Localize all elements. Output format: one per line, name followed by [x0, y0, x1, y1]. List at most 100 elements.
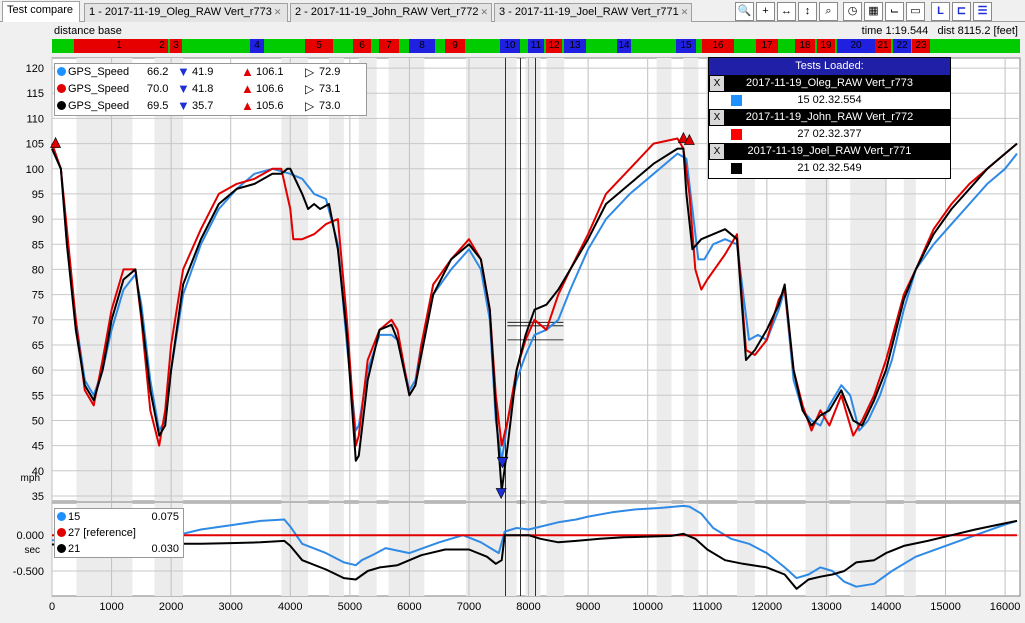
segment-label: 15 — [680, 40, 692, 51]
zoom-2d-icon[interactable]: 🔍 — [735, 2, 754, 21]
tab-test-3[interactable]: 3 - 2017-11-19_Joel_RAW Vert_r771 ✕ — [494, 3, 692, 22]
color-swatch[interactable] — [731, 129, 742, 140]
segment-label: 6 — [359, 40, 365, 51]
shaded-sector — [683, 503, 699, 596]
segment-15[interactable]: 15 — [676, 39, 696, 53]
y-tick-label: 60 — [32, 365, 44, 377]
y-tick-label: 105 — [26, 139, 44, 151]
segment-4[interactable]: 4 — [250, 39, 264, 53]
avg-value: 73.0 — [319, 100, 341, 112]
clock-icon[interactable]: ◷ — [843, 2, 862, 21]
y-tick-label: -0.500 — [13, 566, 44, 578]
max-value: 106.6 — [256, 83, 284, 95]
remove-test-button[interactable]: X — [710, 76, 724, 91]
shaded-sector — [358, 503, 377, 596]
x-tick-label: 14000 — [871, 601, 902, 613]
segment-14[interactable]: 14 — [617, 39, 631, 53]
avg-value: 73.1 — [319, 83, 341, 95]
shoe-icon[interactable]: ⌙ — [885, 2, 904, 21]
remove-test-button[interactable]: X — [710, 110, 724, 125]
tests-loaded-panel: Tests Loaded: X 2017-11-19_Oleg_RAW Vert_… — [708, 57, 951, 179]
zoom-y-icon[interactable]: ↕ — [798, 2, 817, 21]
segment-19[interactable]: 19 — [817, 39, 835, 53]
segment-6[interactable]: 6 — [353, 39, 371, 53]
min-value: 41.9 — [192, 66, 214, 78]
base-label: distance base — [54, 25, 122, 37]
overlay-icon[interactable]: ⊏ — [952, 2, 971, 21]
segment-12[interactable]: 12 — [546, 39, 562, 53]
color-swatch[interactable] — [731, 163, 742, 174]
segment-label: 17 — [761, 40, 773, 51]
tab-test-2[interactable]: 2 - 2017-11-19_John_RAW Vert_r772 ✕ — [290, 3, 492, 22]
segment-22[interactable]: 22 — [893, 39, 911, 53]
y-axis-label: mph — [21, 473, 40, 484]
segment-label: 3 — [173, 40, 179, 51]
x-tick-label: 5000 — [338, 601, 362, 613]
legend-row-black: GPS_Speed 69.5 ▼ 35.7 ▲ 105.6 ▷ 73.0 — [55, 98, 366, 115]
segment-label: 11 — [530, 40, 542, 51]
segment-20[interactable]: 20 — [837, 39, 875, 53]
list-icon[interactable]: ☰ — [973, 2, 992, 21]
x-tick-label: 8000 — [516, 601, 540, 613]
min-value: 41.8 — [192, 83, 214, 95]
y-tick-label: 95 — [32, 189, 44, 201]
segment-10[interactable]: 10 — [500, 39, 520, 53]
x-tick-label: 12000 — [752, 601, 783, 613]
y-tick-label: 70 — [32, 315, 44, 327]
y-tick-label: 80 — [32, 264, 44, 276]
segment-7[interactable]: 7 — [379, 39, 399, 53]
segment-2[interactable]: 2 — [156, 39, 168, 53]
dist-readout: dist 8115.2 [feet] — [937, 25, 1018, 37]
segment-18[interactable]: 18 — [795, 39, 815, 53]
segment-label: 8 — [419, 40, 425, 51]
current-value: 69.5 — [147, 100, 169, 112]
tab-test-compare[interactable]: Test compare — [2, 1, 80, 22]
shaded-sector — [525, 503, 541, 596]
blue-dot-icon — [57, 67, 66, 76]
shaded-sector — [525, 58, 541, 501]
grid-icon[interactable]: ▦ — [864, 2, 883, 21]
segment-label: 12 — [548, 40, 560, 51]
segment-label: 14 — [618, 40, 630, 51]
segment-5[interactable]: 5 — [305, 39, 333, 53]
segment-23[interactable]: 23 — [912, 39, 930, 53]
lap-icon[interactable]: ▭ — [906, 2, 925, 21]
test-lap: 15 02.32.554 — [797, 94, 862, 106]
test-name: 2017-11-19_Joel_RAW Vert_r771 — [747, 145, 912, 157]
time-readout: time 1:19.544 — [861, 25, 929, 37]
avg-triangle-icon: ▷ — [305, 65, 315, 79]
delta-legend: 15 0.075 27 [reference] 21 0.030 — [54, 508, 184, 558]
close-icon[interactable]: ✕ — [681, 7, 689, 17]
shaded-sector — [850, 503, 886, 596]
segment-label: 23 — [915, 40, 927, 51]
y-tick-label: 110 — [26, 113, 44, 125]
segment-8[interactable]: 8 — [409, 39, 435, 53]
tests-loaded-title: Tests Loaded: — [709, 58, 950, 75]
close-icon[interactable]: ✕ — [274, 7, 282, 17]
segment-3[interactable]: 3 — [170, 39, 182, 53]
segment-13[interactable]: 13 — [564, 39, 586, 53]
y-tick-label: 55 — [32, 390, 44, 402]
l-axis-icon[interactable]: L — [931, 2, 950, 21]
close-icon[interactable]: ✕ — [480, 7, 488, 17]
segment-9[interactable]: 9 — [445, 39, 465, 53]
color-swatch[interactable] — [731, 95, 742, 106]
avg-value: 72.9 — [319, 66, 341, 78]
y-tick-label: 120 — [26, 63, 44, 75]
segment-label: 21 — [877, 40, 889, 51]
segment-16[interactable]: 16 — [702, 39, 734, 53]
x-tick-label: 13000 — [811, 601, 842, 613]
min-triangle-icon: ▼ — [177, 81, 190, 96]
segment-21[interactable]: 21 — [875, 39, 891, 53]
zoom-x-icon[interactable]: ↔ — [777, 2, 796, 21]
delta-row-red: 27 [reference] — [55, 525, 183, 541]
segment-11[interactable]: 11 — [528, 39, 544, 53]
remove-test-button[interactable]: X — [710, 144, 724, 159]
segment-1[interactable]: 1 — [74, 39, 164, 53]
zoom-in-icon[interactable]: + — [756, 2, 775, 21]
tab-test-1[interactable]: 1 - 2017-11-19_Oleg_RAW Vert_r773 ✕ — [84, 3, 288, 22]
tab-label: 1 - 2017-11-19_Oleg_RAW Vert_r773 — [89, 6, 272, 18]
zoom-reset-icon[interactable]: ⌕ — [819, 2, 838, 21]
segment-17[interactable]: 17 — [756, 39, 778, 53]
segment-label: 9 — [452, 40, 458, 51]
